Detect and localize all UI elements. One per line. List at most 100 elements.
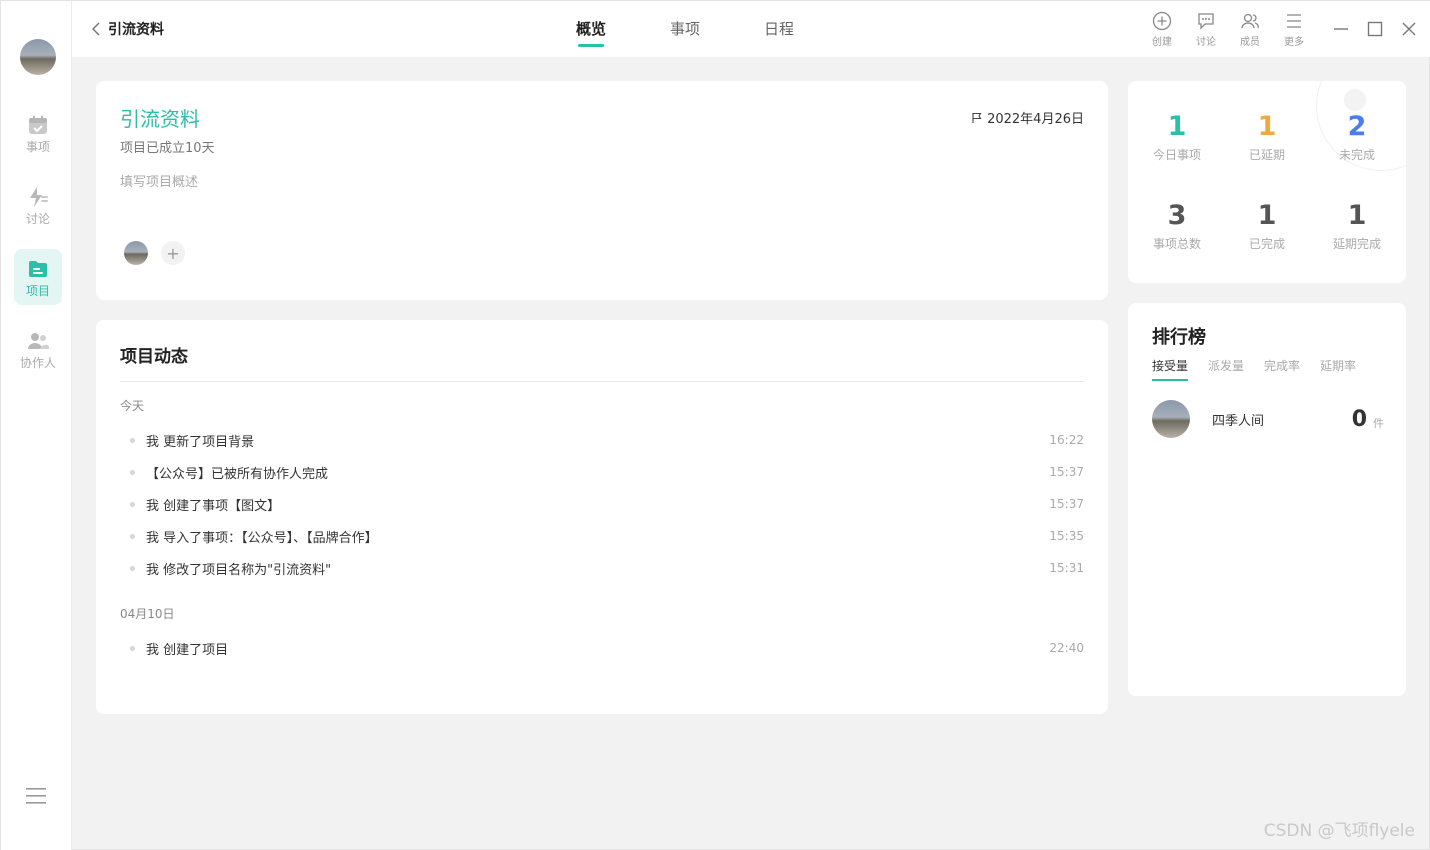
- stat-value: 1: [1257, 200, 1277, 231]
- avatar: [1152, 400, 1190, 438]
- sidebar-item-discuss[interactable]: 讨论: [14, 177, 62, 233]
- window-controls: [1324, 18, 1426, 40]
- activity-item: 我 导入了事项：【公众号】、【品牌合作】 15:35: [120, 526, 1084, 546]
- bullet-dot: [130, 645, 135, 651]
- stat-value: 3: [1167, 200, 1187, 231]
- nav-rail: 事项 讨论 项目 协作人: [1, 1, 72, 850]
- ranking-row[interactable]: 四季人间 0 件: [1152, 399, 1384, 439]
- stat-value: 1: [1167, 111, 1187, 142]
- activity-text: 我 创建了事项【图文】: [146, 498, 281, 514]
- tab-schedule[interactable]: 日程: [732, 1, 826, 57]
- top-header: 引流资料 概览 事项 日程 创建 讨论 成员 更多: [72, 1, 1430, 57]
- collaborators-icon: [28, 332, 49, 349]
- bullet-dot: [130, 437, 135, 443]
- activity-group-label: 04月10日: [120, 607, 175, 621]
- more-label: 更多: [1284, 37, 1304, 48]
- ranking-name: 四季人间: [1212, 413, 1265, 429]
- ranking-count: 0: [1351, 406, 1367, 432]
- activity-item: 我 创建了项目 22:40: [120, 638, 1084, 658]
- activity-time: 15:35: [1049, 529, 1084, 543]
- minimize-icon: [1334, 28, 1348, 30]
- hamburger-menu-icon[interactable]: [25, 786, 47, 806]
- ranking-tabs: 接受量 派发量 完成率 延期率: [1152, 357, 1376, 381]
- activity-item: 我 更新了项目背景 16:22: [120, 430, 1084, 450]
- members-button[interactable]: 成员: [1228, 11, 1272, 48]
- stat-total-tasks[interactable]: 3 事项总数: [1132, 200, 1222, 252]
- project-members: +: [124, 241, 185, 265]
- discuss-button[interactable]: 讨论: [1184, 11, 1228, 48]
- activity-time: 15:37: [1049, 497, 1084, 511]
- tab-accepted[interactable]: 接受量: [1152, 357, 1189, 381]
- project-title[interactable]: 引流资料: [120, 103, 200, 132]
- sidebar-item-label: 项目: [25, 283, 50, 298]
- stat-value: 2: [1347, 111, 1367, 142]
- create-label: 创建: [1152, 37, 1172, 48]
- watermark: CSDN @飞项flyele: [1263, 821, 1415, 841]
- activity-text: 【公众号】已被所有协作人完成: [146, 466, 329, 482]
- stat-incomplete[interactable]: 2 未完成: [1312, 111, 1402, 163]
- stat-label: 延期完成: [1332, 237, 1381, 251]
- stat-late-completed[interactable]: 1 延期完成: [1312, 200, 1402, 252]
- activity-time: 15:37: [1049, 465, 1084, 479]
- close-icon: [1402, 22, 1416, 36]
- activity-text: 我 创建了项目: [146, 642, 229, 658]
- chevron-left-icon: [92, 22, 100, 36]
- ranking-card: 排行榜 接受量 派发量 完成率 延期率 四季人间 0 件: [1128, 303, 1406, 696]
- tab-bar: 概览 事项 日程: [544, 1, 826, 57]
- bullet-dot: [130, 469, 135, 475]
- create-button[interactable]: 创建: [1140, 11, 1184, 48]
- activity-item: 【公众号】已被所有协作人完成 15:37: [120, 462, 1084, 482]
- sidebar-item-label: 协作人: [19, 355, 56, 370]
- sidebar-item-label: 讨论: [25, 211, 50, 226]
- bullet-dot: [130, 565, 135, 571]
- stat-value: 1: [1347, 200, 1367, 231]
- chat-bubble-icon: [1198, 13, 1214, 30]
- activity-text: 我 更新了项目背景: [146, 434, 255, 450]
- tab-overview[interactable]: 概览: [544, 1, 638, 57]
- tab-completion-rate[interactable]: 完成率: [1264, 357, 1300, 379]
- discuss-label: 讨论: [1196, 37, 1216, 48]
- maximize-button[interactable]: [1358, 18, 1392, 40]
- activity-time: 15:31: [1049, 561, 1084, 575]
- add-member-button[interactable]: +: [161, 241, 185, 265]
- stat-label: 未完成: [1338, 148, 1375, 162]
- member-avatar[interactable]: [124, 241, 148, 265]
- minimize-button[interactable]: [1324, 18, 1358, 40]
- flag-icon: [972, 112, 982, 123]
- activity-time: 22:40: [1049, 641, 1084, 655]
- folder-icon: [29, 260, 47, 277]
- tab-delay-rate[interactable]: 延期率: [1320, 357, 1356, 379]
- bullet-dot: [130, 501, 135, 507]
- more-button[interactable]: 更多: [1272, 11, 1316, 48]
- plus-circle-icon: [1152, 11, 1172, 31]
- members-label: 成员: [1240, 37, 1260, 48]
- project-date[interactable]: 2022年4月26日: [971, 108, 1084, 127]
- activity-group-label: 今天: [120, 399, 145, 413]
- sidebar-item-tasks[interactable]: 事项: [14, 105, 62, 161]
- header-tools: 创建 讨论 成员 更多: [1140, 11, 1316, 48]
- activity-text: 我 修改了项目名称为"引流资料": [146, 562, 332, 578]
- bullet-dot: [130, 533, 135, 539]
- stat-label: 事项总数: [1152, 237, 1201, 251]
- stat-today-tasks[interactable]: 1 今日事项: [1132, 111, 1222, 163]
- divider: [120, 381, 1084, 382]
- sidebar-item-collaborators[interactable]: 协作人: [14, 321, 62, 377]
- back-label: 引流资料: [108, 22, 164, 38]
- tab-tasks[interactable]: 事项: [638, 1, 732, 57]
- activity-card: 项目动态 今天 我 更新了项目背景 16:22 【公众号】已被所有协作人完成 1…: [96, 320, 1108, 714]
- back-button[interactable]: 引流资料: [92, 19, 164, 39]
- lightning-discuss-icon: [30, 186, 48, 207]
- activity-item: 我 修改了项目名称为"引流资料" 15:31: [120, 558, 1084, 578]
- stat-overdue[interactable]: 1 已延期: [1222, 111, 1312, 163]
- activity-title: 项目动态: [120, 347, 188, 367]
- project-description-field[interactable]: 填写项目概述: [120, 171, 198, 190]
- stat-completed[interactable]: 1 已完成: [1222, 200, 1312, 252]
- close-button[interactable]: [1392, 18, 1426, 40]
- sidebar-item-project[interactable]: 项目: [14, 249, 62, 305]
- project-info-card: 引流资料 项目已成立10天 填写项目概述 2022年4月26日 +: [96, 81, 1108, 300]
- activity-time: 16:22: [1049, 433, 1084, 447]
- project-age: 项目已成立10天: [120, 141, 215, 156]
- activity-item: 我 创建了事项【图文】 15:37: [120, 494, 1084, 514]
- tab-dispatched[interactable]: 派发量: [1208, 357, 1244, 379]
- user-avatar[interactable]: [20, 39, 56, 75]
